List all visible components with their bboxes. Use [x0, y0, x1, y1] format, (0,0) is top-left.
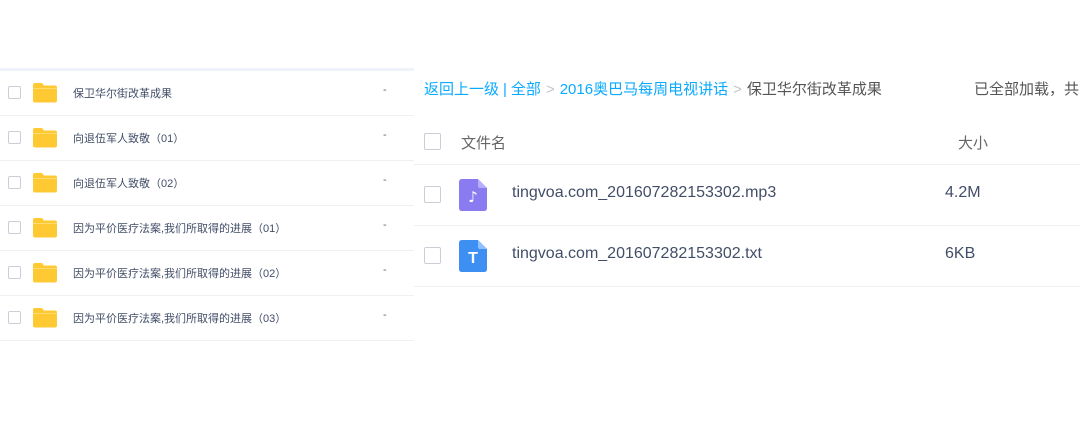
row-checkbox[interactable]: [8, 176, 21, 189]
breadcrumb: 返回上一级 | 全部 >2016奥巴马每周电视讲话 > 保卫华尔街改革成果: [424, 78, 882, 102]
row-checkbox[interactable]: [8, 311, 21, 324]
file-icon-glyph: ♪: [468, 188, 478, 206]
folder-row[interactable]: 因为平价医疗法案,我们所取得的进展（01） -: [0, 206, 414, 251]
breadcrumb-separator: >: [545, 81, 555, 98]
folder-row[interactable]: 因为平价医疗法案,我们所取得的进展（02） -: [0, 251, 414, 296]
breadcrumb-all-link[interactable]: 全部: [511, 81, 541, 98]
audio-file-icon: ♪: [459, 179, 487, 211]
folder-icon: [33, 173, 57, 193]
table-header: 文件名 大小: [414, 120, 1080, 165]
table-row[interactable]: T tingvoa.com_201607282153302.txt 6KB: [414, 226, 1080, 287]
breadcrumb-divider: |: [503, 81, 507, 98]
column-header-name[interactable]: 文件名: [461, 132, 506, 153]
row-checkbox[interactable]: [8, 266, 21, 279]
select-all-checkbox[interactable]: [424, 133, 441, 150]
folder-row[interactable]: 保卫华尔街改革成果 -: [0, 71, 414, 116]
folder-name[interactable]: 因为平价医疗法案,我们所取得的进展（03）: [73, 310, 286, 326]
file-size: 6KB: [945, 245, 976, 262]
folder-name[interactable]: 向退伍军人致敬（01）: [73, 130, 184, 146]
folder-icon: [33, 83, 57, 103]
folder-name[interactable]: 保卫华尔街改革成果: [73, 85, 172, 101]
file-table: 文件名 大小 ♪ tingvoa.com_201607282153302.mp3…: [414, 120, 1080, 287]
folder-size: -: [383, 219, 387, 231]
file-name[interactable]: tingvoa.com_201607282153302.txt: [512, 245, 762, 263]
folder-size: -: [383, 264, 387, 276]
folder-icon: [33, 263, 57, 283]
file-manager-page: 保卫华尔街改革成果 - 向退伍军人致敬（01） - 向退伍军人致敬（02） - …: [0, 0, 1080, 437]
row-checkbox[interactable]: [424, 186, 441, 203]
folder-size: -: [383, 84, 387, 96]
folder-icon: [33, 128, 57, 148]
folder-name[interactable]: 因为平价医疗法案,我们所取得的进展（01）: [73, 220, 286, 236]
folder-size: -: [383, 309, 387, 321]
back-link[interactable]: 返回上一级: [424, 81, 499, 98]
file-size: 4.2M: [945, 184, 981, 201]
breadcrumb-current: 保卫华尔街改革成果: [746, 81, 882, 98]
row-checkbox[interactable]: [8, 86, 21, 99]
folder-list: 保卫华尔街改革成果 - 向退伍军人致敬（01） - 向退伍军人致敬（02） - …: [0, 71, 414, 341]
folder-name[interactable]: 因为平价医疗法案,我们所取得的进展（02）: [73, 265, 286, 281]
folder-size: -: [383, 174, 387, 186]
folder-row[interactable]: 向退伍军人致敬（02） -: [0, 161, 414, 206]
row-checkbox[interactable]: [424, 247, 441, 264]
folder-row[interactable]: 向退伍军人致敬（01） -: [0, 116, 414, 161]
table-row[interactable]: ♪ tingvoa.com_201607282153302.mp3 4.2M: [414, 165, 1080, 226]
folder-icon: [33, 218, 57, 238]
breadcrumb-separator: >: [733, 81, 742, 98]
breadcrumb-folder-link[interactable]: 2016奥巴马每周电视讲话: [560, 81, 728, 98]
folder-icon: [33, 308, 57, 328]
file-name[interactable]: tingvoa.com_201607282153302.mp3: [512, 184, 776, 202]
load-status-text: 已全部加载，共: [974, 81, 1080, 98]
row-checkbox[interactable]: [8, 221, 21, 234]
file-icon-glyph: T: [468, 250, 478, 267]
column-header-size[interactable]: 大小: [958, 132, 988, 153]
folder-row[interactable]: 因为平价医疗法案,我们所取得的进展（03） -: [0, 296, 414, 341]
folder-name[interactable]: 向退伍军人致敬（02）: [73, 175, 184, 191]
folder-size: -: [383, 129, 387, 141]
text-file-icon: T: [459, 240, 487, 272]
row-checkbox[interactable]: [8, 131, 21, 144]
